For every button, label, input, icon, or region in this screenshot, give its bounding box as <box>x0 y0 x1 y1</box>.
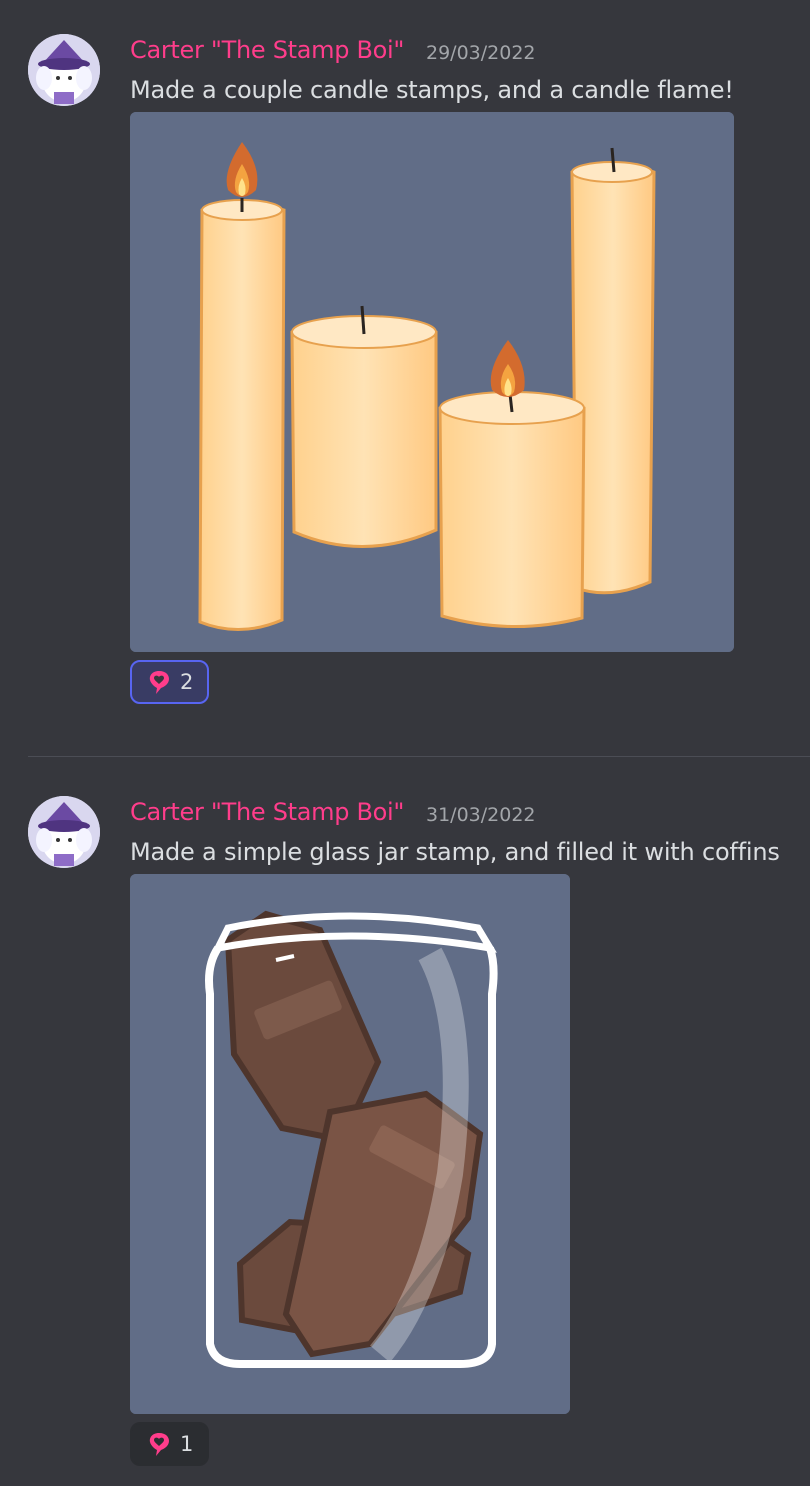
message-text: Made a couple candle stamps, and a candl… <box>130 76 734 104</box>
timestamp[interactable]: 29/03/2022 <box>426 42 536 64</box>
reaction-button[interactable]: 2 <box>130 660 210 704</box>
username[interactable]: Carter "The Stamp Boi" <box>130 36 404 64</box>
candles-illustration <box>130 112 734 652</box>
message-text: Made a simple glass jar stamp, and fille… <box>130 838 780 866</box>
avatar-image <box>28 34 100 106</box>
heart-bubble-icon <box>149 1433 169 1456</box>
username[interactable]: Carter "The Stamp Boi" <box>130 798 404 826</box>
user-avatar[interactable] <box>28 796 100 868</box>
heart-bubble-icon <box>149 671 169 694</box>
reaction-count: 2 <box>180 670 194 694</box>
coffin-jar-image[interactable] <box>130 874 570 1414</box>
jar-illustration <box>130 874 570 1414</box>
candle-stamps-image[interactable] <box>130 112 734 652</box>
user-avatar[interactable] <box>28 34 100 106</box>
timestamp[interactable]: 31/03/2022 <box>426 804 536 826</box>
reaction-count: 1 <box>180 1432 194 1456</box>
message-divider <box>28 756 810 757</box>
reaction-button[interactable]: 1 <box>130 1422 210 1466</box>
avatar-image <box>28 796 100 868</box>
